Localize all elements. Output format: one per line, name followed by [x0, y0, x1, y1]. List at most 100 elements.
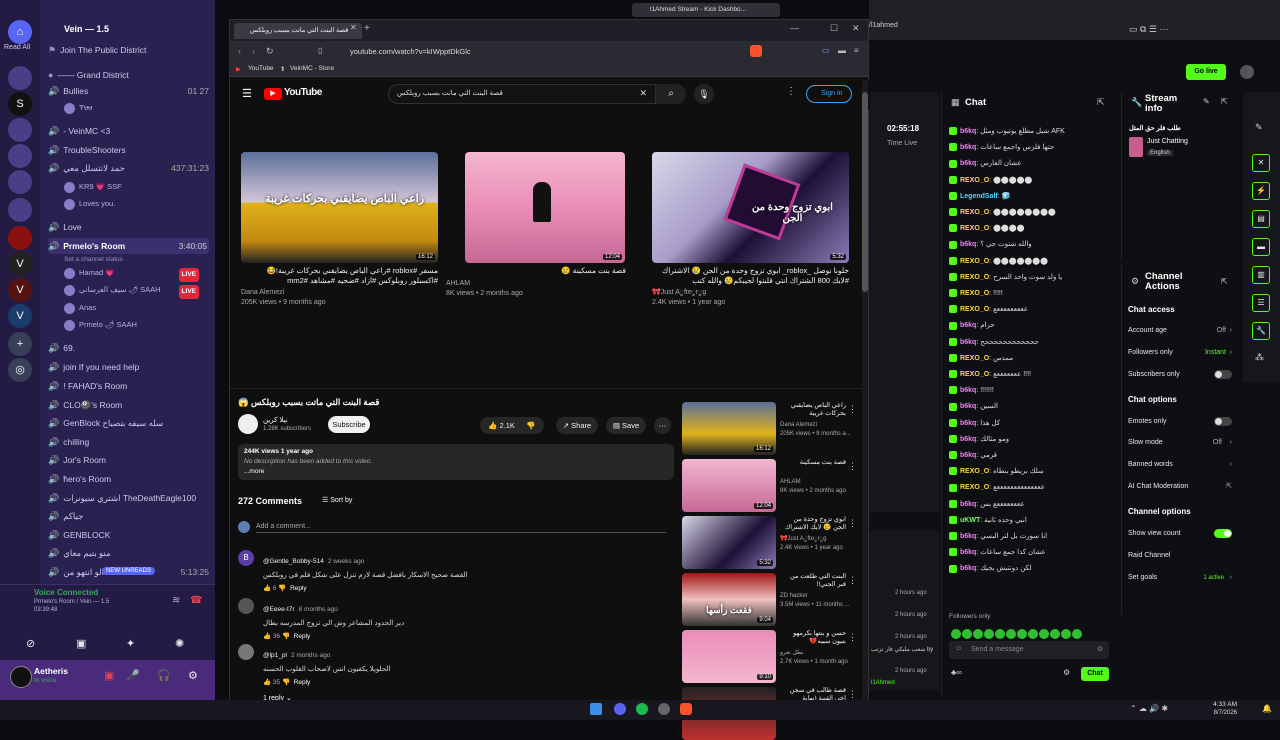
subscribers-only-setting[interactable]: Subscribers only: [1128, 368, 1232, 382]
server-icon[interactable]: [8, 226, 32, 250]
screen-share-icon[interactable]: ▣: [76, 637, 86, 650]
discord-taskbar-icon[interactable]: [614, 703, 626, 715]
channel-name[interactable]: chilling: [63, 437, 89, 447]
channel-name[interactable]: - VeinMC <3: [63, 126, 110, 136]
add-comment-input[interactable]: Add a comment...: [256, 523, 666, 533]
server-icon[interactable]: [8, 198, 32, 222]
video-options-icon[interactable]: ⋮: [848, 689, 857, 700]
voice-room[interactable]: Prmelo's Room / Vein — 1.5: [34, 599, 109, 605]
search-icon[interactable]: ⌕: [656, 84, 686, 104]
sidebar-video-channel[interactable]: ZD hacker: [780, 592, 808, 601]
video-channel[interactable]: 🎀Just Aॗfteॗrॗg: [652, 288, 706, 297]
minimize-icon[interactable]: —: [790, 23, 799, 33]
chat-message[interactable]: REXO_O: !!!!!: [949, 287, 1119, 300]
category-name[interactable]: —— Grand District: [57, 70, 128, 80]
popout-icon[interactable]: ⇱: [1221, 277, 1228, 286]
chat-username[interactable]: REXO_O: [960, 484, 989, 491]
chat-username[interactable]: b6kq: [960, 533, 976, 540]
clock-time[interactable]: 4:33 AM: [1207, 701, 1237, 708]
chat-message[interactable]: REXO_O: عععععععععع: [949, 303, 1119, 316]
url-field[interactable]: youtube.com/watch?v=kIWpptDkGlc: [336, 45, 746, 59]
clear-search-icon[interactable]: ✕: [639, 88, 647, 99]
brave-shield-icon[interactable]: [750, 45, 762, 57]
youtube-logo-text[interactable]: YouTube: [284, 87, 322, 98]
emoji-icon[interactable]: ⊙: [1097, 645, 1103, 653]
video-title[interactable]: قصة بنت مسكينة 😢: [446, 266, 626, 276]
sidebar-video-channel[interactable]: 🎀Just Aॗfteॗrॗg: [780, 535, 827, 544]
popout-icon[interactable]: ⇱: [1221, 97, 1228, 106]
commenter-avatar[interactable]: [238, 644, 254, 660]
server-icon[interactable]: [8, 118, 32, 142]
tab-kick-dashboard[interactable]: l1Ahmed Stream - Kick Dashbo...: [632, 3, 780, 17]
chat-message[interactable]: REXO_O: ⬤⬤⬤⬤⬤⬤⬤: [949, 255, 1119, 268]
channel-name[interactable]: 69.: [63, 343, 75, 353]
channel-name[interactable]: Prmelo's Room: [63, 241, 125, 251]
reply-button[interactable]: Reply: [290, 585, 307, 592]
channel-avatar[interactable]: [238, 414, 258, 434]
thumbs-up-icon[interactable]: 👍: [263, 679, 271, 686]
thumbs-up-icon[interactable]: 👍: [263, 585, 271, 592]
edit-icon[interactable]: ✎: [1203, 97, 1210, 106]
channel-name[interactable]: نيلا كرين: [263, 416, 288, 424]
save-button[interactable]: ▤ Save: [606, 417, 646, 434]
server-icon[interactable]: V: [8, 304, 32, 328]
app-taskbar-icon[interactable]: [658, 703, 670, 715]
browser-menu-icons[interactable]: ▭ ⧉ ☰ ⋯: [1129, 24, 1169, 35]
chat-message[interactable]: uKWT: انبي وحده ثانية: [949, 514, 1119, 527]
more-options-icon[interactable]: ⋮: [786, 86, 796, 97]
account-age-setting[interactable]: Account age Off ›: [1128, 324, 1232, 338]
chat-message[interactable]: REXO_O: ⬤⬤⬤⬤: [949, 222, 1119, 235]
avatar[interactable]: [10, 666, 32, 688]
channel-name[interactable]: ! FAHAD's Room: [63, 381, 127, 391]
chat-username[interactable]: b6kq: [960, 339, 976, 346]
voice-connected-status[interactable]: Voice Connected: [34, 588, 98, 597]
like-button[interactable]: 👍 2.1K 👎: [480, 417, 544, 434]
sidebar-video-thumbnail[interactable]: 9:10: [682, 630, 776, 683]
show-view-count-setting[interactable]: Show view count: [1128, 527, 1232, 541]
discord-home-icon[interactable]: ⌂: [8, 20, 32, 44]
voice-user[interactable]: KR9 💗 SSF: [79, 182, 122, 191]
chat-message[interactable]: b6kq: السين: [949, 400, 1119, 413]
emotes-only-setting[interactable]: Emotes only: [1128, 415, 1232, 429]
kick-url[interactable]: /l1ahmed: [869, 22, 898, 29]
chat-message[interactable]: b6kq: حرام: [949, 319, 1119, 332]
voice-user[interactable]: Ɏᵾᵾ: [79, 103, 92, 112]
sidebar-icon[interactable]: ▭: [822, 46, 830, 55]
video-channel[interactable]: AHLAM: [446, 279, 470, 288]
voice-user[interactable]: سيف العرساني 🌶 SAAH: [79, 285, 161, 294]
video-thumbnail[interactable]: 12:04: [465, 152, 625, 263]
chat-input[interactable]: ☺ Send a message ⊙: [949, 641, 1109, 659]
server-icon[interactable]: S: [8, 92, 32, 116]
soundboard-icon[interactable]: ✺: [175, 637, 184, 650]
show-view-count-toggle[interactable]: [1214, 529, 1232, 538]
chat-username[interactable]: REXO_O: [960, 258, 989, 265]
channel-name[interactable]: الو انتهو من: [63, 567, 104, 577]
comment-author[interactable]: @lp1_pl: [263, 652, 287, 659]
chat-message[interactable]: REXO_O: يا ولد سوت واحد السرح: [949, 271, 1119, 284]
slow-mode-setting[interactable]: Slow mode Off ›: [1128, 436, 1232, 450]
username[interactable]: Aetheris: [34, 666, 68, 676]
share-button[interactable]: ↗ Share: [556, 417, 598, 434]
channel-name[interactable]: جياكم: [63, 511, 83, 521]
video-options-icon[interactable]: ⋮: [848, 575, 857, 586]
chat-username[interactable]: REXO_O: [960, 290, 989, 297]
emote-bar[interactable]: [951, 625, 1111, 639]
chat-users-icon[interactable]: ♣∞: [951, 668, 962, 677]
chat-username[interactable]: REXO_O: [960, 468, 989, 475]
chat-message[interactable]: b6kq: عشان كذا جمع ساعات: [949, 546, 1119, 559]
sidebar-video-title[interactable]: ابوي تزوج وحدة من الجن 😢 لايك الاشتراك .…: [780, 516, 846, 533]
sidebar-video-thumbnail[interactable]: 12:04: [682, 459, 776, 512]
search-input[interactable]: قصة البنت التي ماتت بسبب روبلكس ✕: [388, 84, 656, 104]
chat-username[interactable]: b6kq: [960, 387, 976, 394]
chat-message[interactable]: REXO_O: سلك بريطو بنطاه: [949, 465, 1119, 478]
channel-name[interactable]: Love: [63, 222, 81, 232]
chat-message[interactable]: b6kq: ومو مثالك: [949, 433, 1119, 446]
chat-username[interactable]: b6kq: [960, 144, 976, 151]
chat-message[interactable]: b6kq: قرمي: [949, 449, 1119, 462]
voice-user[interactable]: Prmelo 🌶 SAAH: [79, 320, 137, 329]
new-tab-icon[interactable]: +: [364, 23, 370, 34]
video-channel[interactable]: Dana Alemezi: [241, 288, 284, 297]
sidebar-video-title[interactable]: قصة بنت مسكينة: [780, 459, 846, 467]
chat-message[interactable]: b6kq: ععععععععع بس: [949, 498, 1119, 511]
go-live-button[interactable]: Go live: [1186, 64, 1226, 80]
